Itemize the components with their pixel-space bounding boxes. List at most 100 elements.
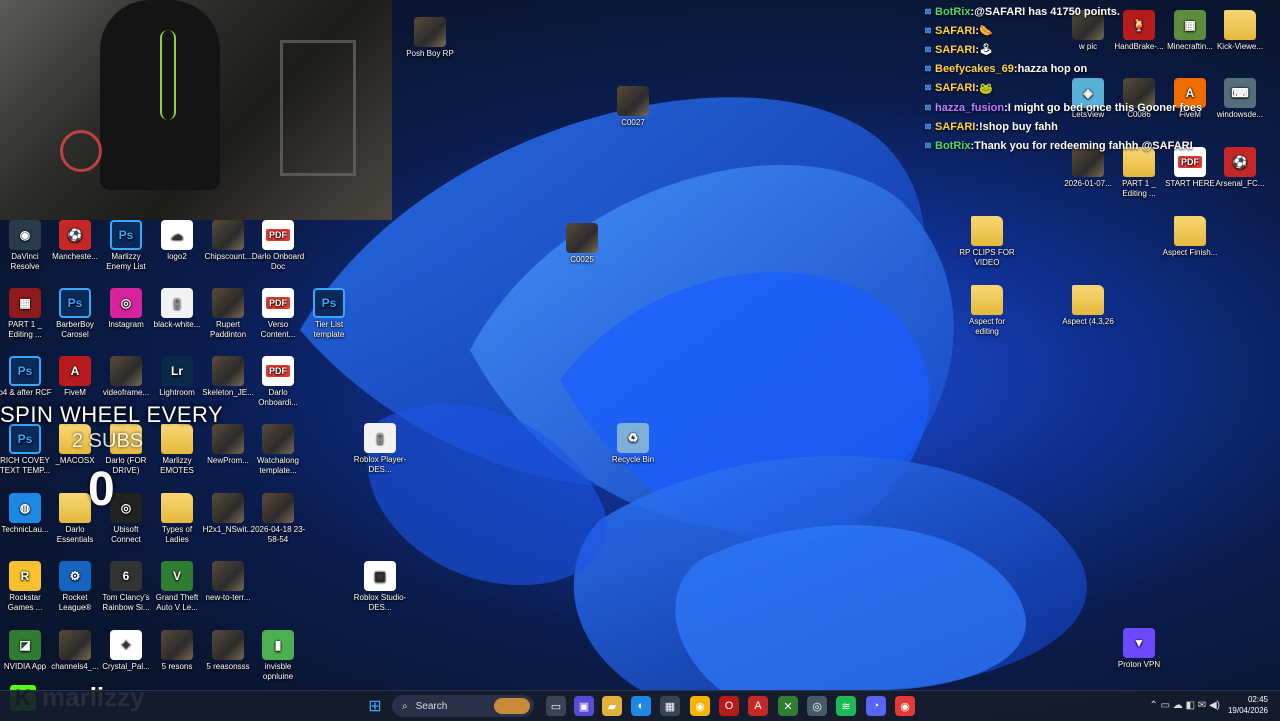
app-icon: ⚙ bbox=[59, 561, 91, 591]
desktop-icon-label: TechnicLau... bbox=[1, 525, 49, 534]
desktop-icon[interactable]: A FiveM bbox=[47, 356, 103, 398]
chat-username: BotRix bbox=[935, 5, 971, 18]
desktop-icon[interactable]: V Grand Theft Auto V Le... bbox=[149, 561, 205, 613]
obs-icon[interactable]: ◎ bbox=[807, 696, 827, 716]
spotify-icon[interactable]: ≋ bbox=[836, 696, 856, 716]
edge-icon[interactable]: ◐ bbox=[631, 696, 651, 716]
desktop-icon[interactable]: Aspect Finish... bbox=[1162, 216, 1218, 258]
desktop-icon[interactable]: Aspect for editing bbox=[959, 285, 1015, 337]
desktop-icon[interactable]: 5 resons bbox=[149, 630, 205, 672]
desktop-icon[interactable]: Types of Ladies bbox=[149, 493, 205, 545]
desktop-icon[interactable]: Ps RICH COVEY TEXT TEMP... bbox=[0, 424, 53, 476]
system-tray[interactable]: ⌃ ▭ ☁ ◧ ✉ ◀) bbox=[1149, 700, 1220, 711]
desktop-icon-label: Verso Content... bbox=[260, 320, 296, 339]
desktop-icon-label: Watchalong template... bbox=[257, 456, 299, 475]
photoshop-file-icon: Ps bbox=[59, 288, 91, 318]
desktop-icon[interactable]: PDF Verso Content... bbox=[250, 288, 306, 340]
desktop-icon[interactable]: Ps Marlizzy Enemy List bbox=[98, 220, 154, 272]
desktop-icon[interactable]: PDF Darlo Onboard Doc bbox=[250, 220, 306, 272]
desktop-icon[interactable]: Marlizzy EMOTES bbox=[149, 424, 205, 476]
desktop-icon[interactable]: 5 reasonsss bbox=[200, 630, 256, 672]
desktop-icon[interactable]: Lr Lightroom bbox=[149, 356, 205, 398]
chat-username: hazza_fusion bbox=[935, 101, 1005, 114]
desktop-icon[interactable]: C0025 bbox=[554, 223, 610, 265]
chat-message: ⊠ SAFARI : 🕹 bbox=[924, 40, 1280, 59]
chat-message: ⊠ BotRix : Thank you for redeeming fahhh … bbox=[924, 136, 1280, 155]
desktop-icon[interactable]: ♻ Recycle Bin bbox=[605, 423, 661, 465]
file-icon: ▯ bbox=[161, 288, 193, 318]
file-explorer-icon[interactable]: ▰ bbox=[602, 696, 622, 716]
search-icon: ⌕ bbox=[402, 700, 408, 712]
app-icon: ☁ bbox=[161, 220, 193, 250]
desktop-icon[interactable]: Ps Tier List template bbox=[301, 288, 357, 340]
chat-text: 🐸 bbox=[979, 82, 993, 95]
desktop-icon[interactable]: ▣ Roblox Studio-DES... bbox=[352, 561, 408, 613]
desktop-icon-label: FiveM bbox=[64, 388, 86, 397]
search-box[interactable]: ⌕ Search bbox=[392, 695, 534, 717]
desktop-icon[interactable]: videoframe... bbox=[98, 356, 154, 398]
desktop-icon[interactable]: ▯ black-white... bbox=[149, 288, 205, 330]
clock[interactable]: 02:45 19/04/2026 bbox=[1228, 694, 1268, 716]
desktop-icon[interactable]: 2026-04-18 23-58-54 bbox=[250, 493, 306, 545]
desktop-icon[interactable]: Aspect (4,3,26 bbox=[1060, 285, 1116, 327]
start-icon[interactable]: ⊞ bbox=[365, 696, 385, 716]
app-icon: ◪ bbox=[9, 630, 41, 660]
desktop-icon[interactable]: Ps b4 & after RCF bbox=[0, 356, 53, 398]
image-thumbnail-icon bbox=[262, 493, 294, 523]
chat-badge-icon: ⊠ bbox=[924, 44, 932, 54]
task-view-icon[interactable]: ▭ bbox=[546, 696, 566, 716]
desktop-icon[interactable]: NewProm... bbox=[200, 424, 256, 466]
desktop-icon-label: PART 1 _ Editing ... bbox=[1122, 179, 1156, 198]
acrobat-icon[interactable]: A bbox=[748, 696, 768, 716]
desktop-icon[interactable]: ◪ NVIDIA App bbox=[0, 630, 53, 672]
desktop-icon[interactable]: C0027 bbox=[605, 86, 661, 128]
store-icon[interactable]: ▦ bbox=[660, 696, 680, 716]
desktop-icon-label: Types of Ladies bbox=[161, 525, 193, 544]
chat-badge-icon: ⊠ bbox=[924, 64, 932, 74]
chat-text: hazza hop on bbox=[1017, 63, 1088, 76]
desktop-icon-label: Aspect (4,3,26 bbox=[1062, 317, 1114, 326]
desktop-icon[interactable]: Ps BarberBoy Carosel bbox=[47, 288, 103, 340]
desktop-icon[interactable]: RP CLIPS FOR VIDEO bbox=[959, 216, 1015, 268]
opera-icon[interactable]: O bbox=[719, 696, 739, 716]
desktop-icon[interactable]: ◉ DaVinci Resolve bbox=[0, 220, 53, 272]
desktop-icon[interactable]: ✦ Crystal_Pal... bbox=[98, 630, 154, 672]
meet-icon[interactable]: ▣ bbox=[574, 696, 594, 716]
chat-badge-icon: ⊠ bbox=[924, 25, 932, 35]
desktop-icon[interactable]: H2x1_NSwit... bbox=[200, 493, 256, 535]
image-thumbnail-icon bbox=[161, 630, 193, 660]
image-thumbnail-icon bbox=[212, 288, 244, 318]
desktop-icon[interactable]: ⚽ Mancheste... bbox=[47, 220, 103, 262]
desktop-icon[interactable]: ▯ Roblox Player-DES... bbox=[352, 423, 408, 475]
xbox-icon[interactable]: ✕ bbox=[778, 696, 798, 716]
image-thumbnail-icon bbox=[59, 630, 91, 660]
desktop-icon[interactable]: new-to-terr... bbox=[200, 561, 256, 603]
desktop-icon[interactable]: 6 Tom Clancy's Rainbow Si... bbox=[98, 561, 154, 613]
chrome-icon[interactable]: ◉ bbox=[690, 696, 710, 716]
desktop-icon[interactable]: PDF Darlo Onboardi... bbox=[250, 356, 306, 408]
desktop-icon-label: Roblox Player-DES... bbox=[353, 455, 407, 474]
desktop-icon[interactable]: ◎ Instagram bbox=[98, 288, 154, 330]
desktop-icon[interactable]: channels4_... bbox=[47, 630, 103, 672]
desktop-icon[interactable]: R Rockstar Games ... bbox=[0, 561, 53, 613]
chrome-alt-icon[interactable]: ◉ bbox=[895, 696, 915, 716]
desktop-icon[interactable]: ▼ Proton VPN bbox=[1111, 628, 1167, 670]
desktop-icon-label: START HERE bbox=[1165, 179, 1215, 188]
desktop-icon[interactable]: ▦ PART 1 _ Editing ... bbox=[0, 288, 53, 340]
desktop-icon[interactable]: ☁ logo2 bbox=[149, 220, 205, 262]
desktop-icon[interactable]: Chipscount... bbox=[200, 220, 256, 262]
desktop-icon[interactable]: Watchalong template... bbox=[250, 424, 306, 476]
desktop-icon[interactable]: ⚙ Rocket League® bbox=[47, 561, 103, 613]
discord-icon[interactable]: ◔ bbox=[866, 696, 886, 716]
desktop-icon[interactable]: Skeleton_JE... bbox=[200, 356, 256, 398]
desktop-icon[interactable]: Rupert Paddinton bbox=[200, 288, 256, 340]
folder-icon bbox=[971, 285, 1003, 315]
app-icon: R bbox=[9, 561, 41, 591]
chat-message: ⊠ Beefycakes_69 : hazza hop on bbox=[924, 60, 1280, 79]
desktop-icon[interactable]: ◍ TechnicLau... bbox=[0, 493, 53, 535]
app-icon: ♻ bbox=[617, 423, 649, 453]
desktop-icon[interactable]: Posh Boy RP bbox=[402, 17, 458, 59]
image-thumbnail-icon bbox=[212, 493, 244, 523]
desktop-icon[interactable]: ▮ invisble opnluine bbox=[250, 630, 306, 682]
desktop-icon-label: new-to-terr... bbox=[205, 593, 251, 602]
